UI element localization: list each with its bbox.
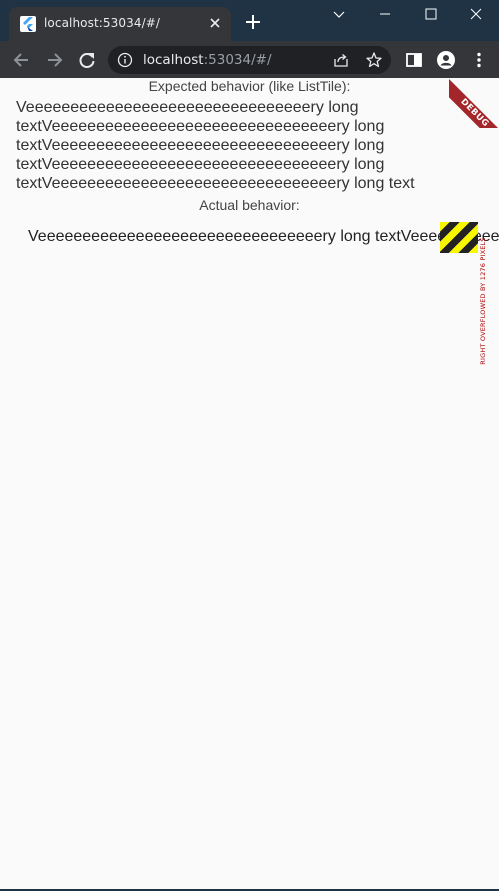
browser-tab[interactable]: localhost:53034/#/: [9, 7, 231, 41]
overflow-warning-label: RIGHT OVERFLOWED BY 1276 PIXELS: [479, 237, 487, 365]
address-url[interactable]: localhost:53034/#/: [143, 52, 272, 68]
debug-banner: DEBUG: [449, 78, 499, 128]
close-tab-icon[interactable]: [206, 14, 224, 32]
profile-avatar-icon[interactable]: [436, 50, 456, 70]
minimize-icon[interactable]: [362, 0, 408, 30]
menu-kebab-icon[interactable]: [469, 50, 489, 70]
info-icon[interactable]: [117, 52, 133, 68]
expected-text-block: Veeeeeeeeeeeeeeeeeeeeeeeeeeeeeeeery long…: [16, 98, 416, 193]
side-panel-icon[interactable]: [404, 50, 424, 70]
address-bar[interactable]: localhost:53034/#/: [108, 46, 391, 74]
chevron-down-icon[interactable]: [316, 0, 362, 30]
plus-icon[interactable]: [243, 12, 263, 32]
flutter-icon: [20, 16, 36, 32]
actual-overflowing-text: Veeeeeeeeeeeeeeeeeeeeeeeeeeeeeeeery long…: [28, 228, 499, 245]
share-icon[interactable]: [333, 52, 349, 68]
expected-line: textVeeeeeeeeeeeeeeeeeeeeeeeeeeeeeeeery …: [16, 156, 385, 173]
browser-toolbar: localhost:53034/#/: [0, 41, 499, 78]
url-path: :53034/#/: [203, 52, 272, 68]
actual-heading: Actual behavior:: [199, 197, 300, 213]
close-window-icon[interactable]: [453, 0, 499, 30]
tab-title: localhost:53034/#/: [44, 16, 161, 30]
expected-line: textVeeeeeeeeeeeeeeeeeeeeeeeeeeeeeeeery …: [16, 137, 385, 154]
page-viewport: Expected behavior (like ListTile): Veeee…: [0, 78, 499, 889]
expected-heading: Expected behavior (like ListTile):: [148, 78, 351, 94]
expected-line: textVeeeeeeeeeeeeeeeeeeeeeeeeeeeeeeeery …: [16, 118, 385, 135]
reload-icon[interactable]: [76, 49, 98, 71]
forward-arrow-icon[interactable]: [43, 49, 65, 71]
url-host: localhost: [143, 52, 204, 68]
bookmark-star-icon[interactable]: [365, 51, 383, 69]
expected-line: Veeeeeeeeeeeeeeeeeeeeeeeeeeeeeeeery long: [16, 99, 359, 116]
overflow-indicator-stripes: [440, 222, 478, 253]
browser-titlebar: localhost:53034/#/: [0, 0, 499, 41]
back-arrow-icon[interactable]: [11, 49, 33, 71]
maximize-icon[interactable]: [408, 0, 454, 30]
debug-banner-label: DEBUG: [449, 78, 499, 128]
expected-line: textVeeeeeeeeeeeeeeeeeeeeeeeeeeeeeeeery …: [16, 175, 415, 192]
